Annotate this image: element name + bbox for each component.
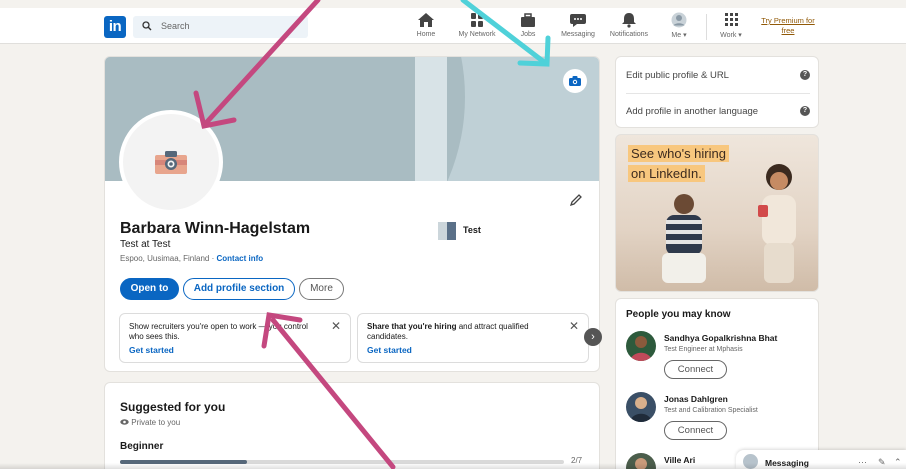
- nav-jobs-label: Jobs: [520, 31, 536, 38]
- premium-line-2: free: [781, 26, 795, 35]
- ad-headline-2: on LinkedIn.: [628, 165, 705, 182]
- home-icon: [418, 13, 434, 27]
- network-icon: [471, 13, 483, 27]
- nav-work-label: Work ▾: [720, 32, 742, 39]
- avatar[interactable]: [626, 392, 656, 422]
- avatar[interactable]: [626, 331, 656, 361]
- nav-me-label: Me ▾: [671, 32, 687, 39]
- more-button[interactable]: More: [299, 278, 344, 300]
- edit-public-profile-label: Edit public profile & URL: [626, 70, 729, 81]
- edit-banner-button[interactable]: [563, 69, 587, 93]
- person-name[interactable]: Sandhya Gopalkrishna Bhat: [664, 333, 777, 343]
- help-icon[interactable]: ?: [800, 70, 810, 80]
- add-language-profile-link[interactable]: Add profile in another language ?: [626, 106, 810, 117]
- nav-me[interactable]: Me ▾: [651, 12, 707, 39]
- premium-line-1: Try Premium for: [761, 16, 815, 25]
- open-to-work-suggestion: Show recruiters you're open to work — yo…: [119, 313, 351, 363]
- try-premium-link[interactable]: Try Premium for free: [756, 16, 820, 36]
- divider: [626, 93, 810, 94]
- nav-notifications[interactable]: Notifications: [601, 12, 657, 38]
- suggested-title: Suggested for you: [120, 400, 226, 414]
- jobs-icon: [521, 13, 535, 27]
- person-title: Test Engineer at Mphasis: [664, 346, 743, 353]
- location-text: Espoo, Uusimaa, Finland ·: [120, 254, 217, 263]
- bottom-shadow: [0, 463, 906, 469]
- level-label: Beginner: [120, 441, 164, 452]
- camera-icon: [569, 76, 581, 86]
- grid-icon: [725, 13, 738, 26]
- profile-name: Barbara Winn-Hagelstam: [120, 220, 311, 237]
- bell-icon: [622, 13, 636, 28]
- ad-headline-1: See who's hiring: [628, 145, 729, 162]
- nav-home-label: Home: [416, 31, 436, 38]
- nav-my-network[interactable]: My Network: [449, 12, 505, 38]
- profile-links-card: Edit public profile & URL ? Add profile …: [615, 56, 819, 128]
- privacy-text: Private to you: [131, 418, 181, 427]
- privacy-label: Private to you: [120, 418, 180, 427]
- search-placeholder: Search: [161, 21, 190, 31]
- nav-home[interactable]: Home: [398, 12, 454, 38]
- profile-photo-placeholder[interactable]: [119, 110, 223, 214]
- suggestion-text: Share that you're hiring and attract qua…: [367, 322, 562, 342]
- contact-info-link[interactable]: Contact info: [217, 254, 264, 263]
- next-suggestion-arrow[interactable]: ›: [584, 328, 602, 346]
- nav-work[interactable]: Work ▾: [703, 12, 759, 39]
- help-icon[interactable]: ?: [800, 106, 810, 116]
- person-name[interactable]: Jonas Dahlgren: [664, 394, 728, 404]
- nav-notifications-label: Notifications: [609, 31, 649, 38]
- people-you-may-know-card: People you may know Sandhya Gopalkrishna…: [615, 298, 819, 469]
- profile-location: Espoo, Uusimaa, Finland · Contact info: [120, 254, 263, 263]
- suggestion-text: Show recruiters you're open to work — yo…: [129, 322, 308, 341]
- search-icon: [142, 21, 152, 31]
- pymk-title: People you may know: [626, 309, 731, 320]
- person-title: Test and Calibration Specialist: [664, 407, 758, 414]
- hiring-ad[interactable]: See who's hiring on LinkedIn.: [615, 134, 819, 292]
- close-icon[interactable]: ✕: [569, 319, 579, 333]
- edit-pencil-icon[interactable]: [569, 193, 583, 207]
- close-icon[interactable]: ✕: [331, 319, 341, 333]
- add-language-profile-label: Add profile in another language: [626, 106, 759, 117]
- connect-button[interactable]: Connect: [664, 421, 727, 440]
- edit-public-profile-link[interactable]: Edit public profile & URL ?: [626, 70, 810, 81]
- get-started-link[interactable]: Get started: [367, 345, 412, 355]
- get-started-link[interactable]: Get started: [129, 345, 174, 355]
- suggestion-bold: Share that you're hiring: [367, 322, 457, 331]
- eye-icon: [120, 419, 129, 425]
- camera-icon: [155, 151, 187, 174]
- linkedin-logo[interactable]: in: [104, 16, 126, 38]
- nav-my-network-label: My Network: [458, 31, 496, 38]
- suggested-card: Suggested for you Private to you Beginne…: [104, 382, 600, 469]
- search-input[interactable]: Search: [133, 16, 308, 38]
- add-profile-section-button[interactable]: Add profile section: [183, 278, 295, 300]
- connect-button[interactable]: Connect: [664, 360, 727, 379]
- top-nav-bar: in Search Home My Network Jobs Messaging…: [0, 8, 906, 44]
- company-logo: [438, 222, 456, 240]
- nav-messaging-label: Messaging: [561, 31, 595, 38]
- messaging-icon: [570, 14, 586, 27]
- company-name: Test: [463, 225, 481, 235]
- ad-person-illustration: [758, 164, 796, 283]
- avatar: [671, 12, 687, 28]
- open-to-button[interactable]: Open to: [120, 278, 179, 300]
- ad-person-illustration: [662, 194, 706, 283]
- profile-card: Barbara Winn-Hagelstam Test at Test Espo…: [104, 56, 600, 372]
- profile-headline: Test at Test: [120, 239, 171, 250]
- hiring-suggestion: Share that you're hiring and attract qua…: [357, 313, 589, 363]
- nav-jobs[interactable]: Jobs: [500, 12, 556, 38]
- nav-messaging[interactable]: Messaging: [550, 12, 606, 38]
